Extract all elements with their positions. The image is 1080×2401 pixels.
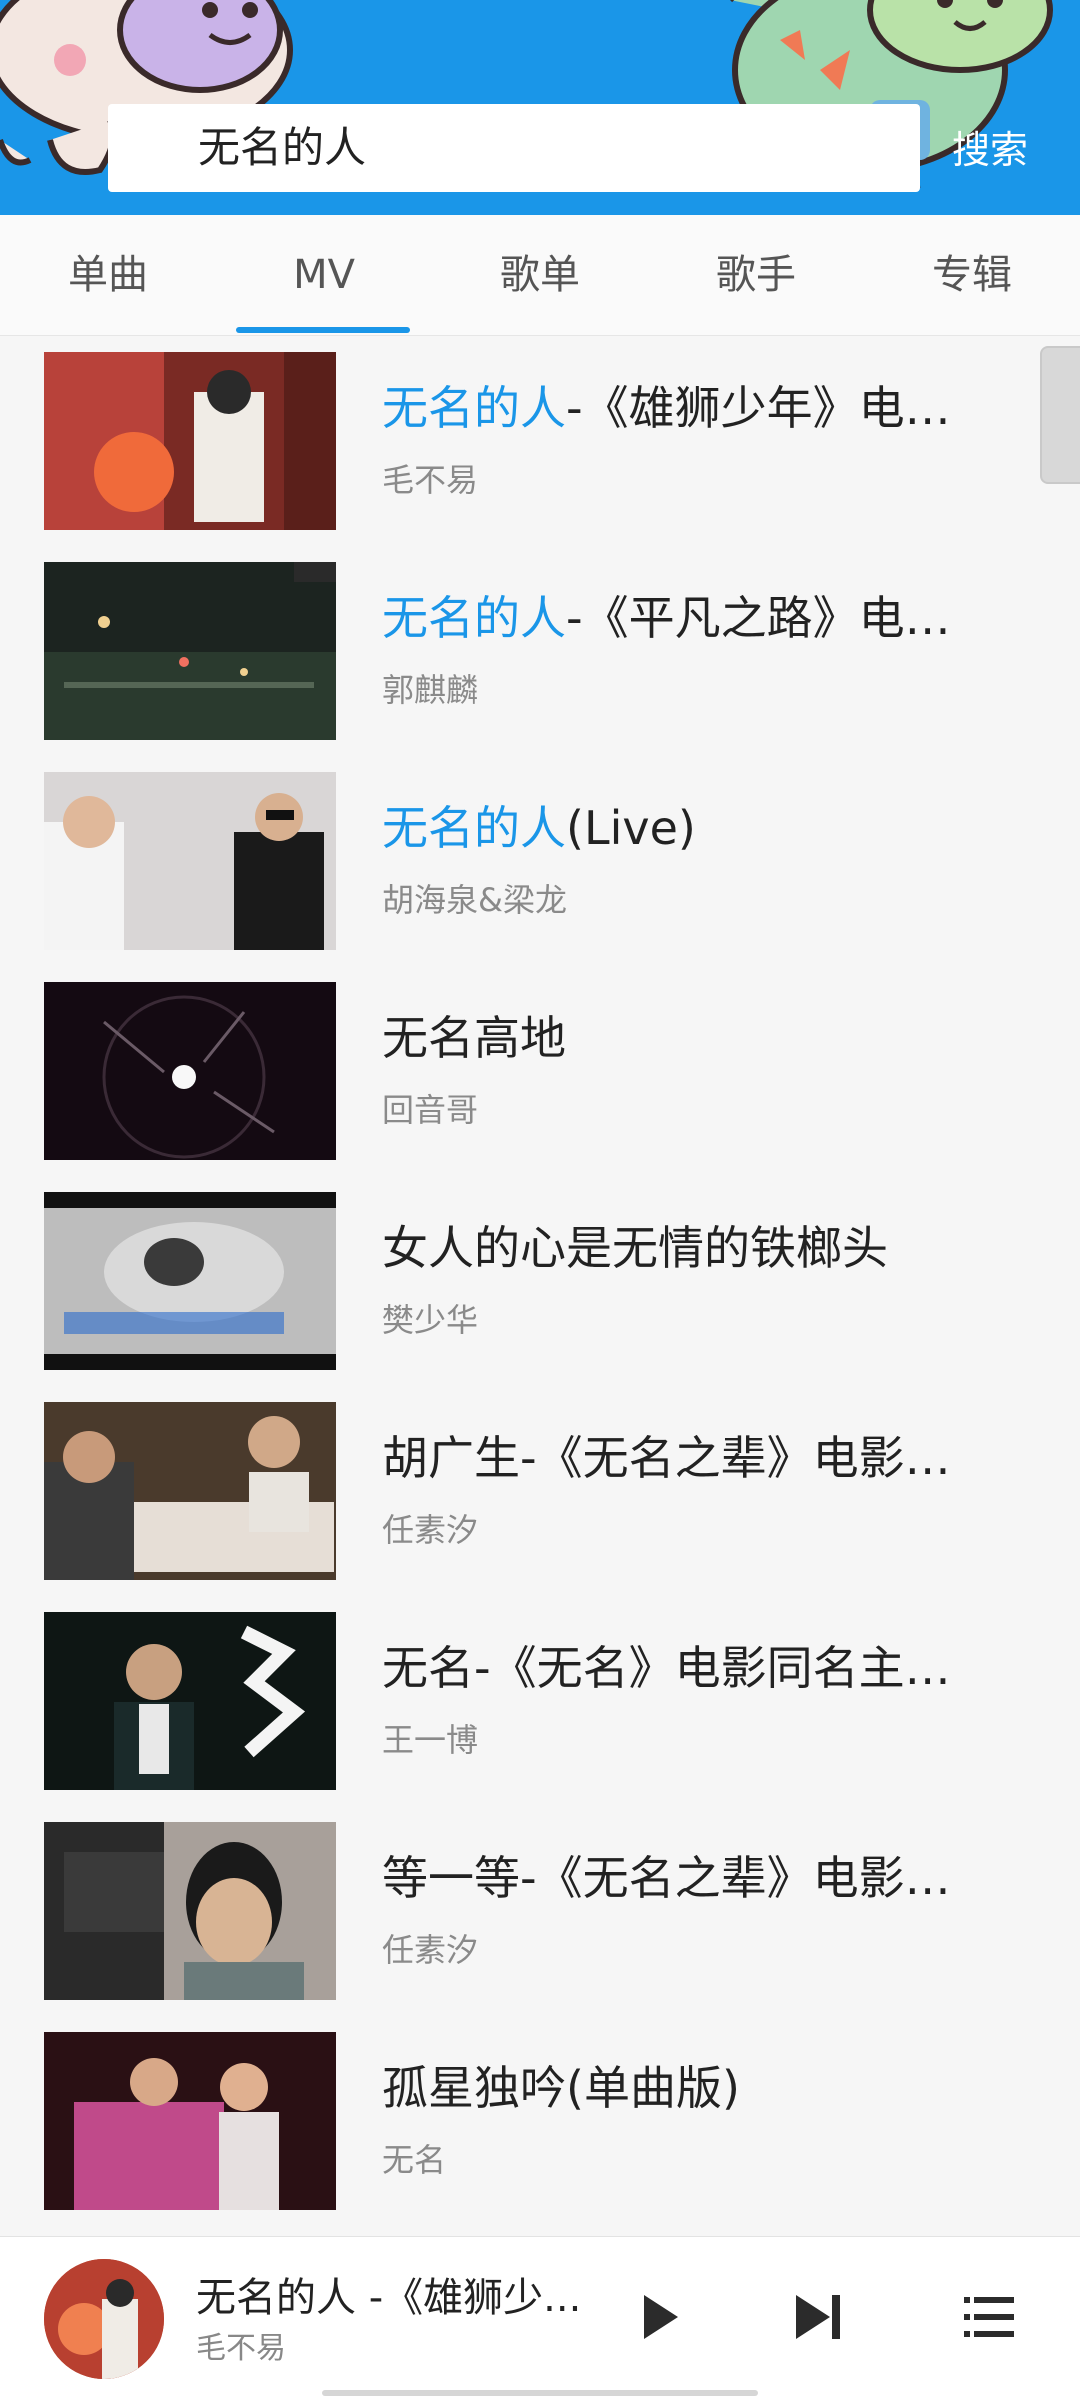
list-item[interactable]: 无名-《无名》电影同名主… 王一博 bbox=[0, 1596, 1040, 1806]
mv-artist: 无名 bbox=[382, 2141, 447, 2179]
tab-albums[interactable]: 专辑 bbox=[864, 215, 1080, 335]
mini-player[interactable]: 无名的人 -《雄狮少... 毛不易 bbox=[0, 2236, 1080, 2401]
mv-thumbnail bbox=[44, 1192, 336, 1370]
tab-songs[interactable]: 单曲 bbox=[0, 215, 216, 335]
mv-thumbnail bbox=[44, 352, 336, 530]
search-header: 无名的人 搜索 bbox=[0, 0, 1080, 215]
mv-thumbnail bbox=[44, 1402, 336, 1580]
next-track-icon[interactable] bbox=[786, 2285, 850, 2349]
mv-thumbnail bbox=[44, 982, 336, 1160]
mv-thumbnail bbox=[44, 562, 336, 740]
mv-artist: 樊少华 bbox=[382, 1301, 479, 1339]
mv-thumbnail bbox=[44, 2032, 336, 2210]
list-item[interactable]: 等一等-《无名之辈》电影… 任素汐 bbox=[0, 1806, 1040, 2016]
mv-title: 无名-《无名》电影同名主… bbox=[382, 1641, 951, 1695]
mv-artist: 郭麒麟 bbox=[382, 671, 479, 709]
tab-singers[interactable]: 歌手 bbox=[648, 215, 864, 335]
mv-title: 无名的人-《平凡之路》电… bbox=[382, 591, 951, 645]
mv-title: 孤星独吟(单曲版) bbox=[382, 2061, 740, 2115]
mv-artist: 回音哥 bbox=[382, 1091, 479, 1129]
now-playing-title: 无名的人 -《雄狮少... bbox=[196, 2275, 582, 2321]
tab-mv[interactable]: MV bbox=[216, 215, 432, 335]
mv-artist: 毛不易 bbox=[382, 461, 479, 499]
search-query-text: 无名的人 bbox=[198, 123, 367, 172]
result-type-tabs: 单曲 MV 歌单 歌手 专辑 bbox=[0, 215, 1080, 336]
list-item[interactable]: 胡广生-《无名之辈》电影… 任素汐 bbox=[0, 1386, 1040, 1596]
now-playing-artist: 毛不易 bbox=[196, 2331, 286, 2366]
search-button[interactable]: 搜索 bbox=[930, 108, 1050, 192]
mv-title: 无名高地 bbox=[382, 1011, 566, 1065]
list-item[interactable]: 无名高地 回音哥 bbox=[0, 966, 1040, 1176]
active-tab-indicator bbox=[236, 327, 410, 333]
mv-title: 胡广生-《无名之辈》电影… bbox=[382, 1431, 951, 1485]
playlist-icon[interactable] bbox=[960, 2285, 1024, 2349]
list-item[interactable]: 无名的人-《平凡之路》电… 郭麒麟 bbox=[0, 546, 1040, 756]
now-playing-cover bbox=[44, 2259, 164, 2379]
mv-thumbnail bbox=[44, 772, 336, 950]
scrollbar-thumb[interactable] bbox=[1040, 346, 1080, 484]
search-input[interactable]: 无名的人 bbox=[108, 104, 920, 192]
mv-artist: 王一博 bbox=[382, 1721, 479, 1759]
mv-title: 女人的心是无情的铁榔头 bbox=[382, 1221, 888, 1275]
home-indicator bbox=[322, 2390, 758, 2396]
mv-artist: 任素汐 bbox=[382, 1931, 479, 1969]
mv-thumbnail bbox=[44, 1822, 336, 2000]
list-item[interactable]: 无名的人-《雄狮少年》电… 毛不易 bbox=[0, 336, 1040, 546]
list-item[interactable]: 孤星独吟(单曲版) 无名 bbox=[0, 2016, 1040, 2226]
play-icon[interactable] bbox=[626, 2285, 690, 2349]
mv-title: 等一等-《无名之辈》电影… bbox=[382, 1851, 951, 1905]
mv-title: 无名的人-《雄狮少年》电… bbox=[382, 381, 951, 435]
mv-artist: 任素汐 bbox=[382, 1511, 479, 1549]
list-item[interactable]: 无名的人(Live) 胡海泉&梁龙 bbox=[0, 756, 1040, 966]
mv-artist: 胡海泉&梁龙 bbox=[382, 881, 567, 919]
tab-playlists[interactable]: 歌单 bbox=[432, 215, 648, 335]
mv-thumbnail bbox=[44, 1612, 336, 1790]
list-item[interactable]: 女人的心是无情的铁榔头 樊少华 bbox=[0, 1176, 1040, 1386]
mv-title: 无名的人(Live) bbox=[382, 801, 696, 855]
